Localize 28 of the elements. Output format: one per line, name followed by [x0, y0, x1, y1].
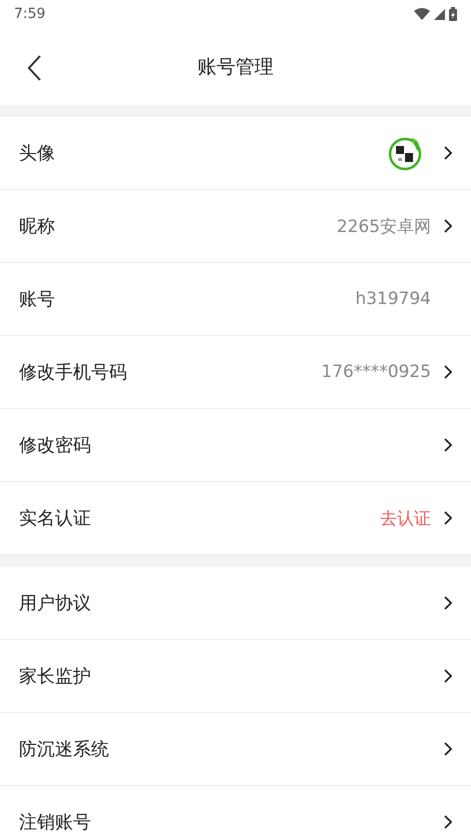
wifi-icon — [414, 8, 430, 20]
row-label: 防沉迷系统 — [19, 738, 110, 761]
settings-row[interactable]: 账号 h319794 — [0, 263, 471, 336]
row-label: 修改密码 — [19, 434, 92, 457]
settings-row[interactable]: 防沉迷系统 — [0, 713, 471, 786]
settings-row[interactable]: 修改手机号码 176****0925 — [0, 336, 471, 409]
status-time: 7:59 — [14, 6, 46, 22]
signal-icon — [434, 8, 445, 20]
settings-row[interactable]: 用户协议 — [0, 567, 471, 640]
page-title: 账号管理 — [198, 54, 274, 80]
row-label: 注销账号 — [19, 811, 92, 834]
row-label: 用户协议 — [19, 592, 92, 615]
row-label: 修改手机号码 — [19, 361, 128, 384]
settings-row[interactable]: 家长监护 — [0, 640, 471, 713]
settings-row[interactable]: 注销账号 — [0, 786, 471, 837]
row-label: 账号 — [19, 288, 56, 311]
settings-row[interactable]: 修改密码 — [0, 409, 471, 482]
settings-row[interactable]: 昵称 2265安卓网 — [0, 190, 471, 263]
row-value: 2265安卓网 — [336, 216, 431, 238]
row-label: 家长监护 — [19, 665, 92, 688]
row-label: 实名认证 — [19, 507, 92, 530]
row-value: h319794 — [355, 289, 431, 309]
row-value: 去认证 — [380, 508, 431, 530]
settings-row[interactable]: 头像 — [0, 117, 471, 190]
row-value: 176****0925 — [321, 362, 431, 382]
row-label: 昵称 — [19, 215, 56, 238]
row-label: 头像 — [19, 142, 56, 165]
battery-icon — [449, 7, 457, 21]
